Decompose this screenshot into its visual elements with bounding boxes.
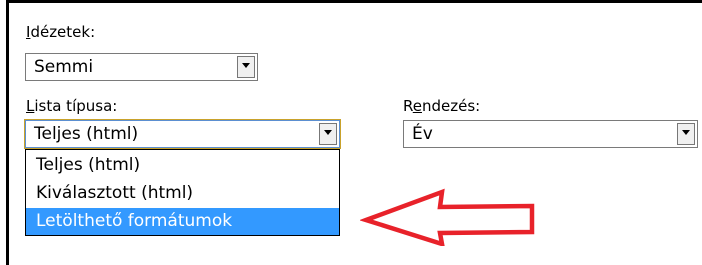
citations-select-value: Semmi	[34, 57, 94, 77]
list-type-option[interactable]: Teljes (html)	[26, 152, 339, 179]
citations-label: Idézetek:	[26, 23, 96, 41]
chevron-down-icon[interactable]	[237, 56, 255, 78]
list-type-dropdown: Teljes (html) Kiválasztott (html) Letölt…	[25, 149, 340, 236]
list-type-select[interactable]: Teljes (html)	[24, 119, 341, 149]
list-type-option[interactable]: Kiválasztott (html)	[26, 180, 339, 207]
citations-select[interactable]: Semmi	[25, 53, 258, 81]
list-type-select-value: Teljes (html)	[34, 124, 139, 144]
sort-select-value: Év	[412, 124, 433, 144]
list-type-option-highlighted[interactable]: Letölthető formátumok	[26, 208, 339, 235]
sort-label: Rendezés:	[403, 97, 481, 115]
chevron-down-icon[interactable]	[677, 123, 695, 145]
sort-select[interactable]: Év	[403, 120, 698, 148]
red-arrow-icon	[360, 188, 535, 246]
chevron-down-icon[interactable]	[319, 123, 337, 145]
list-type-label: Lista típusa:	[26, 97, 118, 115]
